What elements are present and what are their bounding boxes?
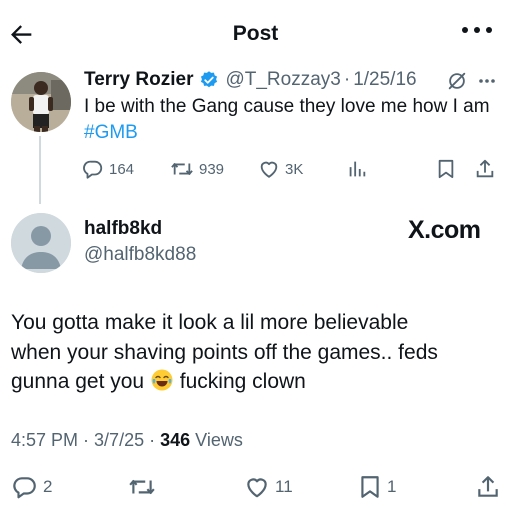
verified-badge-icon — [199, 70, 219, 90]
main-author-avatar[interactable] — [11, 213, 71, 273]
bookmark-count: 1 — [387, 477, 397, 496]
like-button[interactable]: 11 — [244, 474, 293, 500]
x-com-watermark: X.com — [408, 216, 481, 244]
parent-like-count: 3K — [285, 160, 304, 178]
share-icon — [476, 159, 494, 178]
heart-icon — [260, 161, 278, 178]
like-count: 11 — [275, 477, 293, 496]
parent-bookmark-button[interactable] — [436, 158, 456, 180]
bookmark-icon — [361, 476, 379, 498]
more-options-button[interactable] — [460, 24, 494, 44]
main-post-line: You gotta make it look a lil more believ… — [11, 311, 409, 334]
parent-repost-count: 939 — [199, 160, 225, 178]
repost-icon — [129, 480, 155, 495]
parent-author-avatar[interactable] — [11, 72, 71, 132]
post-date[interactable]: 3/7/25 — [94, 430, 144, 450]
default-avatar-icon — [11, 213, 71, 273]
parent-reply-count: 164 — [109, 160, 135, 178]
parent-post-header: Terry Rozier @T_Rozzay3 · 1/25/16 — [84, 68, 417, 92]
parent-author-handle[interactable]: @T_Rozzay3 — [225, 69, 340, 91]
parent-repost-button[interactable]: 939 — [170, 158, 224, 180]
analytics-bars-icon — [349, 161, 366, 177]
main-post-text: You gotta make it look a lil more believ… — [11, 308, 501, 397]
reply-bubble-icon — [13, 477, 36, 499]
post-timestamp-row: 4:57 PM · 3/7/25 · 346 Views — [11, 430, 243, 451]
parent-share-button[interactable] — [474, 158, 496, 180]
parent-post-body: I be with the Gang cause they love me ho… — [84, 96, 490, 117]
meta-separator: · — [343, 69, 351, 90]
hashtag-link[interactable]: #GMB — [84, 122, 138, 143]
parent-post-date[interactable]: 1/25/16 — [353, 69, 416, 91]
heart-icon — [247, 478, 267, 498]
parent-like-button[interactable]: 3K — [258, 158, 303, 180]
main-post-text-part: fucking clown — [173, 370, 306, 393]
meta-separator: · — [78, 430, 95, 450]
main-post-text-part: gunna get you — [11, 370, 150, 393]
parent-views-button[interactable] — [346, 158, 368, 180]
main-author-name[interactable]: halfb8kd — [84, 218, 162, 240]
views-count: 346 — [160, 430, 191, 450]
more-horizontal-icon — [479, 79, 495, 83]
repost-icon — [171, 163, 193, 175]
thread-connector-line — [39, 136, 41, 204]
share-button[interactable] — [475, 474, 501, 500]
bookmark-button[interactable]: 1 — [358, 474, 396, 500]
reply-bubble-icon — [83, 160, 103, 179]
grok-button[interactable] — [446, 70, 468, 92]
more-horizontal-icon — [462, 27, 492, 33]
post-time[interactable]: 4:57 PM — [11, 430, 78, 450]
parent-more-button[interactable] — [478, 78, 496, 84]
face-with-tears-of-joy-emoji — [150, 368, 174, 392]
page-title: Post — [232, 22, 279, 45]
parent-author-name[interactable]: Terry Rozier — [84, 69, 193, 91]
main-post-line: gunna get you fucking clown — [11, 367, 501, 397]
parent-reply-button[interactable]: 164 — [82, 158, 134, 180]
parent-post-text: I be with the Gang cause they love me ho… — [84, 94, 494, 146]
meta-separator: · — [144, 430, 161, 450]
views-label: Views — [190, 430, 243, 450]
grok-icon — [448, 72, 466, 90]
main-post-line: when your shaving points off the games..… — [11, 340, 438, 364]
bookmark-icon — [438, 159, 454, 179]
share-icon — [478, 476, 498, 497]
reply-count: 2 — [43, 477, 53, 496]
repost-button[interactable] — [128, 474, 161, 500]
main-author-handle[interactable]: @halfb8kd88 — [84, 244, 196, 266]
reply-button[interactable]: 2 — [12, 474, 52, 500]
